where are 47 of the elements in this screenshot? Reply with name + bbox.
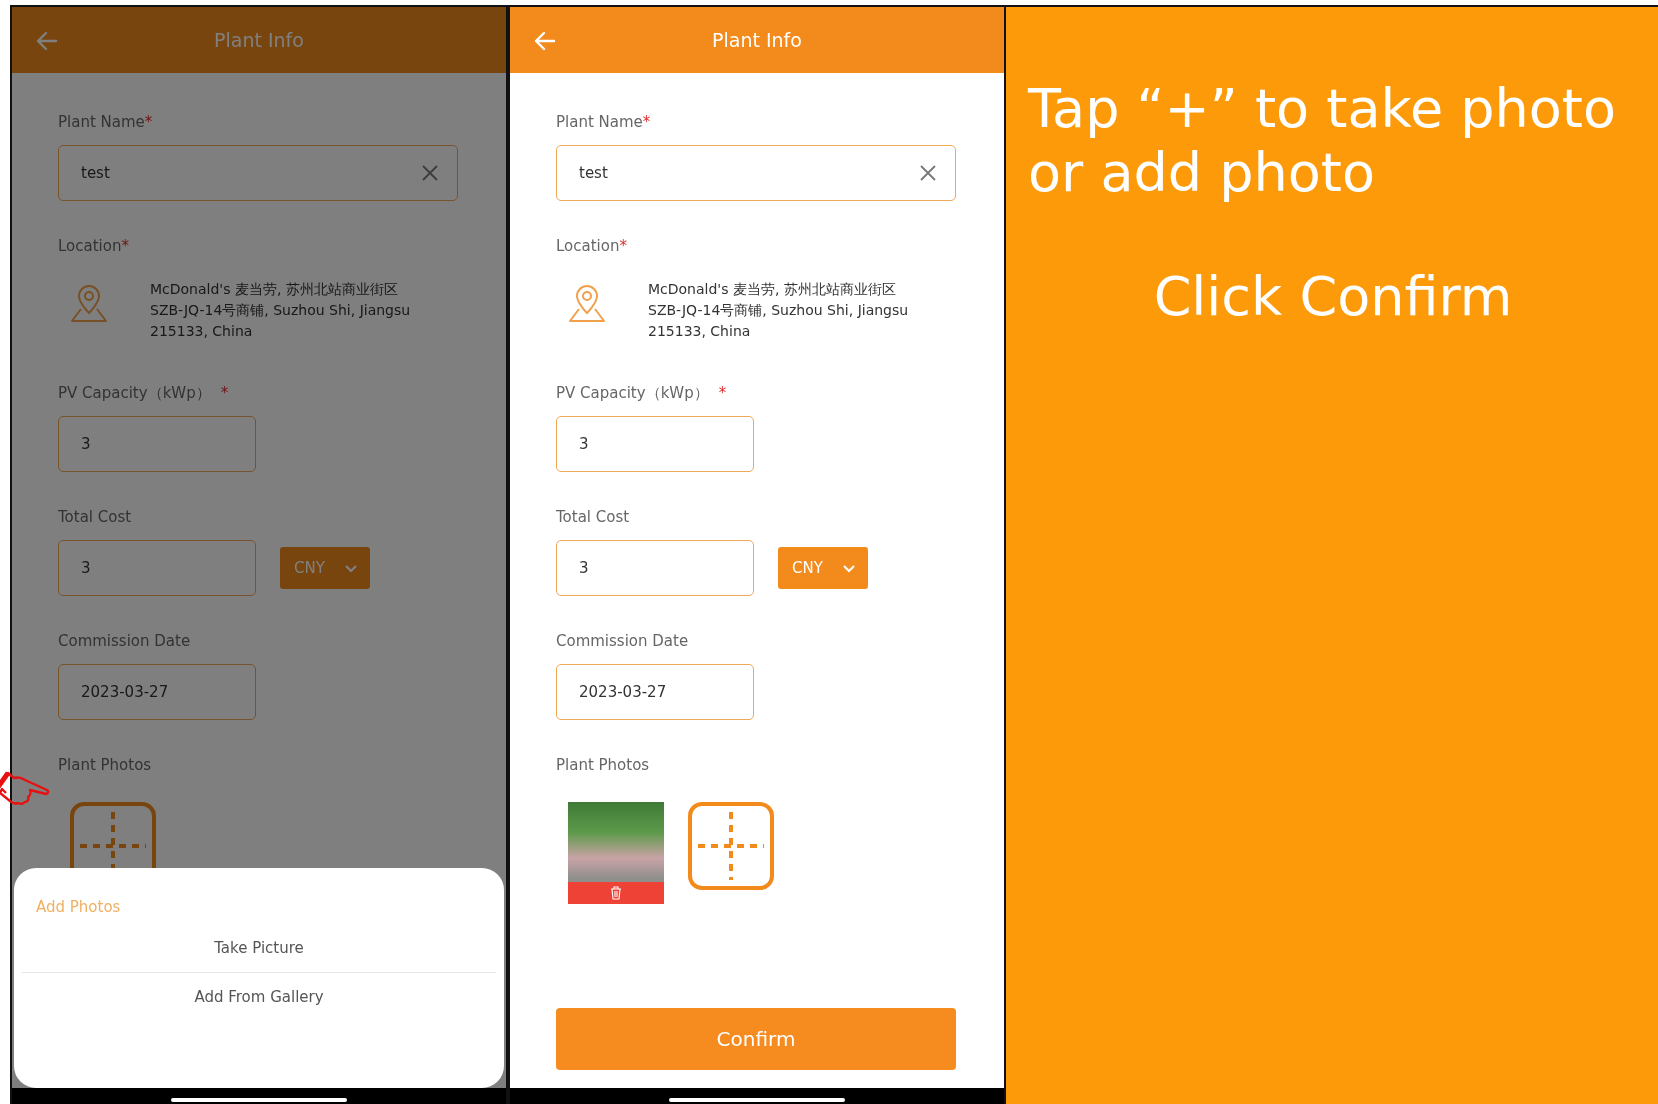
field-label: Total Cost bbox=[556, 508, 630, 526]
clear-icon[interactable] bbox=[421, 164, 439, 182]
field-label: Plant Name bbox=[58, 113, 145, 131]
plant-name-field[interactable]: test bbox=[58, 145, 458, 201]
sheet-option[interactable]: Take Picture bbox=[22, 924, 496, 972]
address-text: McDonald's 麦当劳, 苏州北站商业街区 SZB-JQ-14号商铺, Suzhou Shi, Jiangsu 215133, China bbox=[150, 280, 411, 341]
pv-capacity-field[interactable]: 3 bbox=[556, 416, 754, 472]
field-label: Plant Photos bbox=[58, 756, 152, 774]
field-label: Plant Photos bbox=[556, 756, 650, 774]
required-asterisk: * bbox=[144, 113, 153, 131]
required-asterisk: * bbox=[642, 113, 651, 131]
address-text: McDonald's 麦当劳, 苏州北站商业街区 SZB-JQ-14号商铺, Suzhou Shi, Jiangsu 215133, China bbox=[648, 280, 909, 341]
required-asterisk: * bbox=[619, 237, 627, 255]
instruction-text: Tap “+” to take photo or add photo bbox=[1028, 77, 1618, 205]
pv-capacity-field[interactable]: 3 bbox=[58, 416, 256, 472]
delete-button[interactable] bbox=[568, 882, 664, 904]
chevron-down-icon bbox=[842, 563, 856, 573]
field-label: Commission Date bbox=[556, 632, 689, 650]
field-label: Plant Name bbox=[556, 113, 643, 131]
plant-name-field[interactable]: test bbox=[556, 145, 956, 201]
total-cost-field[interactable]: 3 bbox=[58, 540, 256, 596]
total-cost-field[interactable]: 3 bbox=[556, 540, 754, 596]
back-arrow-icon[interactable] bbox=[36, 31, 58, 51]
location-pin-icon bbox=[70, 283, 108, 323]
date-field[interactable]: 2023-03-27 bbox=[58, 664, 256, 720]
required-asterisk: * bbox=[718, 384, 727, 402]
field-label: Total Cost bbox=[58, 508, 132, 526]
screen-title: Plant Info bbox=[712, 29, 802, 51]
trash-icon bbox=[610, 886, 622, 900]
field-label: PV Capacity（kWp） bbox=[58, 383, 211, 403]
location-pin-icon bbox=[568, 283, 606, 323]
sheet-title: Add Photos bbox=[36, 898, 122, 916]
instruction-text: Click Confirm bbox=[1152, 265, 1514, 328]
required-asterisk: * bbox=[220, 384, 229, 402]
clear-icon[interactable] bbox=[919, 164, 937, 182]
confirm-button[interactable]: Confirm bbox=[556, 1008, 956, 1070]
back-arrow-icon[interactable] bbox=[534, 31, 556, 51]
required-asterisk: * bbox=[121, 237, 129, 255]
currency-dropdown[interactable]: CNY bbox=[778, 547, 868, 589]
field-label: Location bbox=[58, 237, 122, 255]
field-label: Location bbox=[556, 237, 620, 255]
sheet-option[interactable]: Add From Gallery bbox=[22, 972, 496, 1020]
chevron-down-icon bbox=[344, 563, 358, 573]
field-label: Commission Date bbox=[58, 632, 191, 650]
date-field[interactable]: 2023-03-27 bbox=[556, 664, 754, 720]
screen-title: Plant Info bbox=[214, 29, 304, 51]
field-label: PV Capacity（kWp） bbox=[556, 383, 709, 403]
